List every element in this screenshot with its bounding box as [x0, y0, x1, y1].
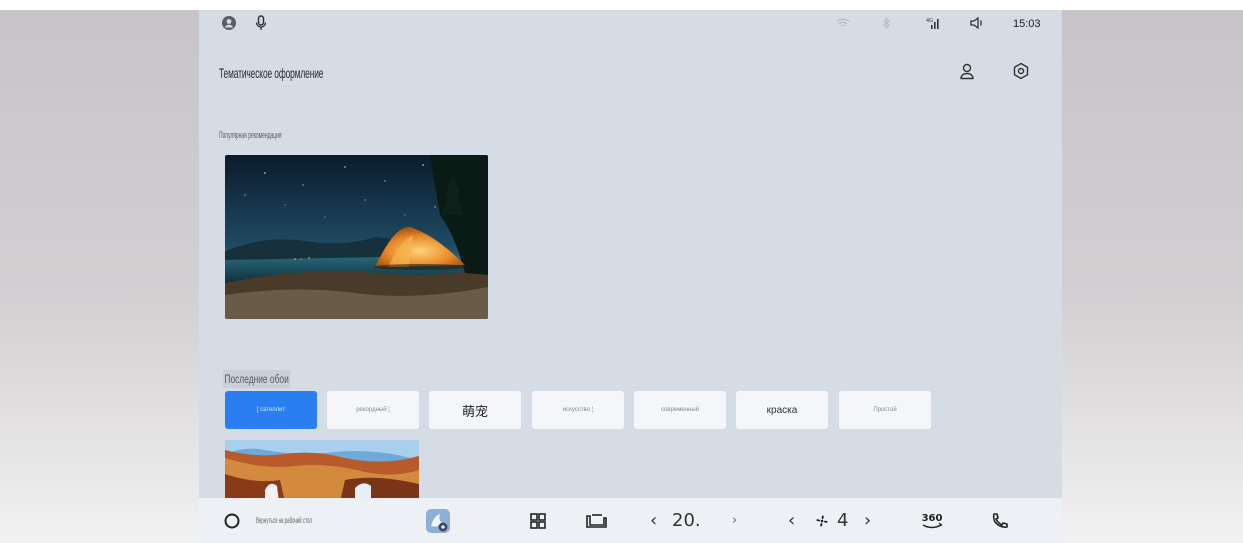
volume-icon[interactable] [969, 16, 985, 30]
settings-button[interactable] [1008, 58, 1034, 84]
microphone-icon[interactable] [255, 15, 267, 31]
tab-category-7[interactable]: Простой [839, 391, 931, 429]
tab-label: [ сателлит [256, 407, 286, 413]
wallpaper-thumbnail[interactable] [225, 440, 419, 502]
phone-button[interactable] [991, 498, 1009, 543]
status-bar: 4G 15:03 [199, 10, 1062, 40]
chevron-left-icon: ‹ [788, 510, 796, 531]
tab-category-1[interactable]: [ сателлит [225, 391, 317, 429]
tab-category-6[interactable]: краска [736, 391, 828, 429]
cellular-signal-icon: 4G [926, 16, 942, 30]
tab-label: рекордный ¦ [356, 407, 390, 413]
theme-app-icon [426, 508, 450, 533]
view-360-icon: 360 [922, 513, 943, 528]
fan-icon-holder [815, 498, 829, 543]
camping-tent-night-image [225, 155, 488, 319]
temperature-display: 20. [672, 498, 701, 543]
fan-decrease-button[interactable]: ‹ [788, 498, 795, 543]
bluetooth-icon [882, 17, 890, 29]
bottom-dock: Вернуться на рабочий стол ‹ 20. › ‹ 4 › … [199, 498, 1062, 543]
chevron-right-icon: › [732, 513, 738, 528]
popular-section-label: Популярная рекомендация [219, 130, 282, 140]
tab-category-4[interactable]: искусство ¦ [532, 391, 624, 429]
tab-label: Простой [873, 407, 897, 413]
assistant-hint-text: Вернуться на рабочий стол [256, 516, 312, 525]
assistant-hint: Вернуться на рабочий стол [256, 498, 358, 543]
fan-speed-display: 4 [837, 498, 848, 543]
tab-category-5[interactable]: современный [634, 391, 726, 429]
fan-increase-button[interactable]: › [864, 498, 871, 543]
car-seat-icon [586, 513, 607, 528]
svg-text:4G: 4G [926, 18, 933, 24]
tab-label: современный [660, 407, 700, 413]
chevron-left-icon: ‹ [650, 510, 658, 531]
cave-coast-image [225, 440, 419, 502]
gear-icon [1013, 62, 1029, 80]
seat-button[interactable] [585, 498, 607, 543]
active-app-button[interactable] [425, 498, 451, 543]
grid-icon [530, 512, 546, 529]
featured-wallpaper-card[interactable] [225, 155, 488, 319]
view-360-label: 360 [922, 513, 943, 524]
browser-top-strip [0, 0, 1243, 10]
clock: 15:03 [1013, 18, 1041, 30]
tab-label: искусство ¦ [562, 407, 594, 413]
view-360-button[interactable]: 360 [919, 498, 945, 543]
assistant-circle-icon [224, 513, 240, 528]
user-avatar-icon[interactable] [221, 15, 237, 31]
tab-label: 萌宠 [461, 403, 488, 419]
page-title: Тематическое оформление [219, 65, 324, 81]
fan-speed-value: 4 [837, 510, 849, 531]
recent-wallpapers-label: Последние обои [223, 370, 291, 388]
assistant-button[interactable] [223, 498, 241, 543]
wifi-icon [836, 18, 850, 28]
person-icon [960, 63, 974, 80]
temperature-value: 20. [672, 510, 701, 531]
tab-category-3[interactable]: 萌宠 [429, 391, 521, 429]
car-screen: 4G 15:03 Тематическое оформление Популяр… [199, 10, 1062, 543]
chevron-right-icon: › [864, 510, 872, 531]
tab-label: краска [766, 404, 798, 416]
account-button[interactable] [954, 58, 980, 84]
app-grid-button[interactable] [530, 498, 546, 543]
temp-increase-button[interactable]: › [732, 498, 737, 543]
tab-category-2[interactable]: рекордный ¦ [327, 391, 419, 429]
fan-icon [816, 514, 828, 527]
temp-decrease-button[interactable]: ‹ [650, 498, 657, 543]
phone-icon [992, 512, 1008, 528]
